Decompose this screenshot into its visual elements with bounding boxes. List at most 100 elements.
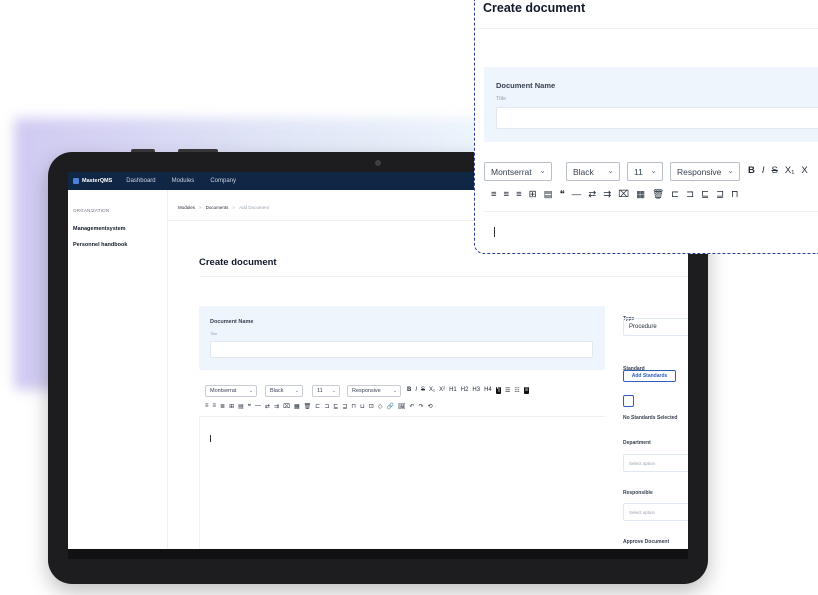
zoom-block-icon[interactable]: ▤ [544, 189, 553, 200]
align-center-icon[interactable]: ≡ [213, 403, 217, 410]
zoom-superscript-button[interactable]: X [801, 165, 807, 176]
heading1-button[interactable]: H1 [449, 387, 457, 394]
responsible-label: Responsible [623, 490, 653, 496]
ordered-list-icon[interactable]: ☷ [514, 387, 519, 394]
subscript-button[interactable]: X₁ [429, 387, 435, 394]
clear-format-icon[interactable]: ⌧ [283, 403, 290, 410]
zoom-font-color-select[interactable]: Black ⌄ [566, 162, 620, 181]
quote-icon[interactable]: ❝ [248, 403, 251, 410]
table-icon[interactable]: ⊞ [229, 403, 234, 410]
zoom-column-left-icon[interactable]: ⊏ [671, 189, 679, 200]
sidebar-item-managementsystem[interactable]: Managementsystem [73, 226, 126, 232]
zoom-row-below-icon[interactable]: ⊒ [716, 189, 724, 200]
font-size-select[interactable]: 11 ⌄ [312, 385, 340, 397]
nav-dashboard[interactable]: Dashboard [126, 178, 155, 184]
italic-button[interactable]: I [415, 387, 417, 394]
block-icon[interactable]: ▤ [238, 403, 244, 410]
nav-modules[interactable]: Modules [172, 178, 195, 184]
zoom-font-size-select[interactable]: 11 ⌄ [627, 162, 663, 181]
chevron-down-icon: ⌄ [727, 166, 734, 175]
zoom-clear-format-icon[interactable]: ⌧ [618, 189, 629, 200]
brand-logo[interactable]: MasterQMS [73, 178, 112, 184]
chevron-down-icon: ⌄ [331, 388, 336, 394]
redo-icon[interactable]: ↷ [419, 403, 424, 410]
zoom-align-left-icon[interactable]: ≡ [491, 189, 497, 200]
title-input[interactable] [210, 341, 593, 358]
zoom-quote-icon[interactable]: ❝ [560, 189, 565, 200]
zoom-row-above-icon[interactable]: ⊑ [701, 189, 709, 200]
zoom-document-name-section: Document Name Title [484, 67, 818, 142]
heading4-button[interactable]: H4 [484, 387, 492, 394]
chevron-down-icon: ⌄ [248, 388, 253, 394]
format-buttons: B I S X₁ X² H1 H2 H3 H4 ¶ ☰ ☷ ≡ [407, 387, 530, 394]
nav-company[interactable]: Company [210, 178, 236, 184]
fill-icon[interactable]: ◇ [378, 403, 383, 410]
divider [475, 28, 818, 29]
zoom-table-icon[interactable]: ⊞ [529, 189, 537, 200]
direction-icon[interactable]: ⇄ [265, 403, 270, 410]
zoom-wrap-icon[interactable]: ⇉ [603, 189, 611, 200]
shield-icon [73, 178, 79, 184]
zoom-merge-icon[interactable]: ⊓ [731, 189, 738, 200]
bold-button[interactable]: B [407, 387, 411, 394]
editor-content[interactable] [199, 417, 605, 549]
align-icon[interactable]: ≡ [523, 387, 530, 394]
document-name-label: Document Name [210, 319, 254, 325]
link-icon[interactable]: 🔗 [386, 403, 393, 410]
width-select[interactable]: Responsive ⌄ [347, 385, 401, 397]
sidebar: ORGANIZATION Managementsystem Personnel … [68, 190, 168, 549]
breadcrumb-separator: > [232, 205, 236, 210]
zoom-page-title: Create document [483, 1, 586, 15]
zoom-subscript-button[interactable]: X₁ [785, 165, 795, 176]
merge-icon[interactable]: ⊓ [351, 403, 356, 410]
zoom-bold-button[interactable]: B [748, 165, 755, 176]
insert-table-icon[interactable]: ▦ [294, 403, 300, 410]
font-color-value: Black [270, 388, 284, 394]
breadcrumb-documents[interactable]: Documents [206, 205, 229, 210]
row-below-icon[interactable]: ⊒ [342, 403, 347, 410]
type-select[interactable]: Procedure [623, 318, 688, 336]
delete-icon[interactable]: 🗑 [304, 403, 312, 410]
refresh-icon[interactable]: ⟲ [428, 403, 433, 410]
zoom-direction-icon[interactable]: ⇄ [588, 189, 596, 200]
title-label: Title [210, 331, 218, 336]
wrap-icon[interactable]: ⇉ [274, 403, 279, 410]
heading2-button[interactable]: H2 [461, 387, 469, 394]
row-above-icon[interactable]: ⊑ [333, 403, 338, 410]
cell-icon[interactable]: ⊡ [369, 403, 374, 410]
column-left-icon[interactable]: ⊏ [315, 403, 320, 410]
heading3-button[interactable]: H3 [472, 387, 480, 394]
align-left-icon[interactable]: ≡ [205, 403, 209, 410]
responsible-select[interactable]: Select option [623, 503, 688, 521]
zoom-width-select[interactable]: Responsive ⌄ [670, 162, 740, 181]
department-select[interactable]: Select option [623, 454, 688, 472]
zoom-callout: Create document Document Name Title Mont… [474, 0, 818, 254]
align-justify-icon[interactable]: ≣ [220, 403, 225, 410]
zoom-font-family-select[interactable]: Montserrat ⌄ [484, 162, 552, 181]
zoom-italic-button[interactable]: I [762, 165, 765, 176]
horizontal-rule-icon[interactable]: — [255, 403, 261, 410]
zoom-align-justify-icon[interactable]: ≡ [516, 189, 522, 200]
column-right-icon[interactable]: ⊐ [324, 403, 329, 410]
zoom-strikethrough-button[interactable]: S [772, 165, 778, 176]
paragraph-icon[interactable]: ¶ [495, 387, 501, 394]
zoom-horizontal-rule-icon[interactable]: — [572, 189, 582, 200]
zoom-column-right-icon[interactable]: ⊐ [686, 189, 694, 200]
undo-icon[interactable]: ↶ [410, 403, 415, 410]
image-icon[interactable]: 🖼 [398, 403, 406, 410]
zoom-title-input[interactable] [496, 107, 818, 129]
sidebar-item-personnel-handbook[interactable]: Personnel handbook [73, 242, 127, 248]
zoom-delete-icon[interactable]: 🗑 [652, 189, 664, 200]
zoom-align-center-icon[interactable]: ≡ [504, 189, 510, 200]
list-icon[interactable]: ☰ [505, 387, 510, 394]
width-value: Responsive [352, 388, 381, 394]
font-color-select[interactable]: Black ⌄ [265, 385, 303, 397]
add-standards-button[interactable]: Add Standards [623, 370, 676, 382]
strikethrough-button[interactable]: S [421, 387, 425, 394]
zoom-insert-table-icon[interactable]: ▦ [636, 189, 645, 200]
font-family-select[interactable]: Montserrat ⌄ [205, 385, 257, 397]
split-icon[interactable]: ⊔ [360, 403, 365, 410]
superscript-button[interactable]: X² [439, 387, 445, 394]
breadcrumb-modules[interactable]: Modules [178, 205, 195, 210]
font-size-value: 11 [317, 388, 323, 394]
